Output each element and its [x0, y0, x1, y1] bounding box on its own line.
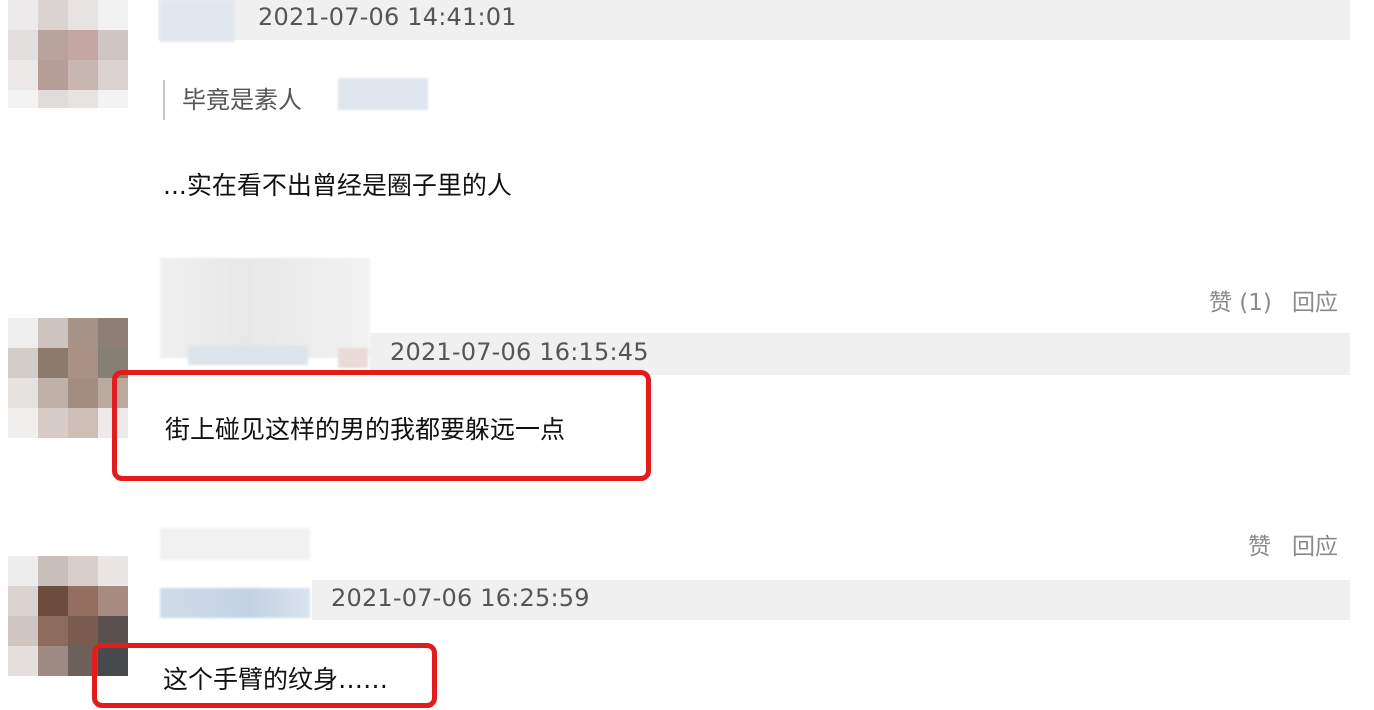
comment-timestamp: 2021-07-06 14:41:01	[258, 3, 517, 31]
reply-button[interactable]: 回应	[1292, 283, 1338, 317]
username-blurred[interactable]	[160, 0, 235, 42]
like-button[interactable]: 赞 (1)	[1209, 283, 1272, 317]
username-blurred[interactable]	[160, 528, 310, 560]
like-button[interactable]: 赞	[1248, 527, 1271, 561]
username-blurred-detail	[160, 588, 310, 618]
quoted-username-blurred[interactable]	[338, 78, 428, 110]
avatar[interactable]	[8, 318, 128, 438]
quoted-reply: 毕竟是素人	[163, 80, 302, 120]
reply-button[interactable]: 回应	[1292, 527, 1338, 561]
username-blurred-detail-2	[338, 348, 368, 368]
username-blurred-detail	[188, 345, 308, 365]
comment-text: ...实在看不出曾经是圈子里的人	[163, 171, 512, 200]
highlight-box	[92, 643, 437, 708]
username-blurred[interactable]	[160, 258, 370, 358]
comment-timestamp: 2021-07-06 16:15:45	[390, 338, 649, 366]
avatar[interactable]	[8, 0, 128, 108]
comment-timestamp: 2021-07-06 16:25:59	[331, 584, 590, 612]
highlight-box	[112, 370, 651, 481]
quote-text: 毕竟是素人	[182, 86, 302, 114]
